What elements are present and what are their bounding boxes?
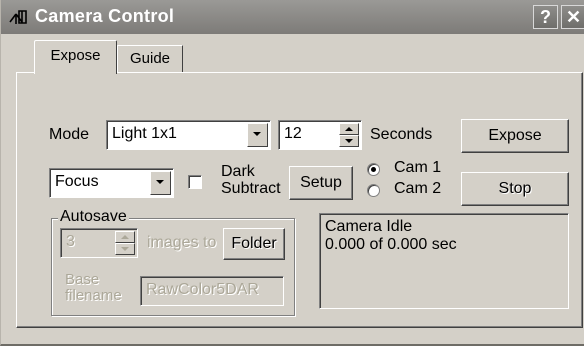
- focus-select[interactable]: Focus: [49, 168, 174, 198]
- app-logo-icon: [9, 10, 27, 24]
- close-button[interactable]: ✕: [561, 5, 584, 29]
- chevron-down-icon: [121, 247, 129, 251]
- folder-button[interactable]: Folder: [223, 228, 285, 260]
- status-line-1: Camera Idle: [325, 218, 413, 235]
- radio-selected-dot: [371, 167, 376, 172]
- cam2-radio[interactable]: [367, 184, 380, 197]
- mode-select[interactable]: Light 1x1: [106, 120, 271, 150]
- mode-label: Mode: [49, 126, 90, 143]
- duration-decrement-button[interactable]: [339, 135, 359, 147]
- autosave-count-spinner[interactable]: 3: [60, 228, 138, 258]
- title-bar[interactable]: Camera Control ? ✕: [1, 0, 584, 34]
- dark-subtract-label-line2: Subtract: [221, 180, 281, 197]
- duration-unit-label: Seconds: [370, 126, 433, 143]
- duration-value: 12: [284, 125, 302, 142]
- autosave-count-decrement-button[interactable]: [115, 243, 135, 255]
- duration-spinner[interactable]: 12: [278, 120, 362, 150]
- autosave-count-increment-button[interactable]: [115, 231, 135, 243]
- duration-increment-button[interactable]: [339, 123, 359, 135]
- chevron-up-icon: [345, 127, 353, 131]
- tab-expose[interactable]: Expose: [34, 40, 117, 74]
- chevron-down-icon: [253, 132, 261, 136]
- tab-guide[interactable]: Guide: [117, 45, 183, 72]
- stop-button[interactable]: Stop: [461, 172, 569, 206]
- images-to-label: images to: [147, 234, 217, 251]
- dark-subtract-checkbox[interactable]: [188, 175, 202, 189]
- focus-select-value: Focus: [55, 173, 99, 190]
- cam1-label[interactable]: Cam 1: [394, 159, 441, 177]
- mode-dropdown-button[interactable]: [247, 123, 268, 147]
- chevron-up-icon: [121, 235, 129, 239]
- help-button[interactable]: ?: [533, 5, 558, 29]
- focus-dropdown-button[interactable]: [150, 171, 171, 195]
- setup-button[interactable]: Setup: [289, 166, 353, 200]
- expose-button[interactable]: Expose: [461, 119, 569, 153]
- base-filename-value: RawColor5DAR: [146, 281, 259, 298]
- autosave-count-value: 3: [66, 233, 75, 250]
- base-filename-label: Base filename: [65, 272, 122, 304]
- base-filename-label-line2: filename: [65, 287, 122, 304]
- mode-select-value: Light 1x1: [112, 125, 177, 142]
- dark-subtract-label-line1: Dark: [221, 163, 255, 180]
- autosave-group-title: Autosave: [58, 208, 129, 226]
- window-title: Camera Control: [35, 6, 175, 26]
- status-panel: Camera Idle 0.000 of 0.000 sec: [319, 213, 569, 309]
- base-filename-label-line1: Base: [65, 271, 100, 288]
- cam1-radio[interactable]: [367, 163, 380, 176]
- chevron-down-icon: [345, 139, 353, 143]
- base-filename-input[interactable]: RawColor5DAR: [140, 276, 284, 306]
- chevron-down-icon: [156, 180, 164, 184]
- camera-control-window: Camera Control ? ✕ Expose Guide Mode Lig…: [0, 0, 584, 346]
- status-line-2: 0.000 of 0.000 sec: [325, 236, 457, 253]
- dark-subtract-label[interactable]: Dark Subtract: [221, 163, 281, 197]
- cam2-label[interactable]: Cam 2: [394, 180, 441, 198]
